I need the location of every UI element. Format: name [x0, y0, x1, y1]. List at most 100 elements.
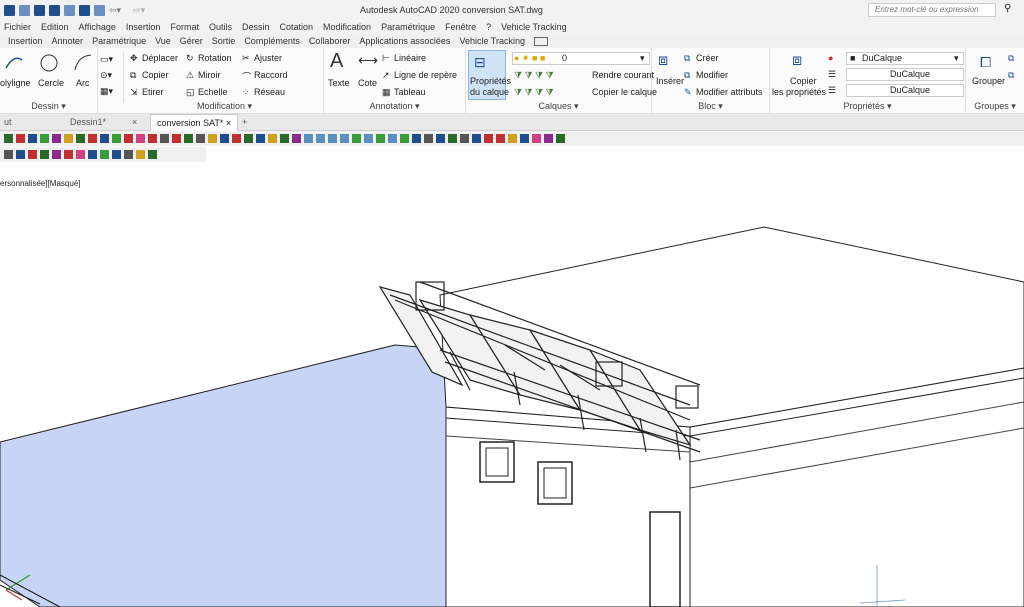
layer-tools-icon[interactable]: ⧩ ⧩ ⧩ ⧩	[514, 70, 554, 81]
tab-insertion[interactable]: Insertion	[8, 36, 43, 46]
binoculars-icon[interactable]: ⚲	[1004, 3, 1011, 14]
menu-fenetre[interactable]: Fenêtre	[445, 22, 476, 32]
panel-title-proprietes[interactable]: Propriétés ▾	[770, 101, 965, 112]
save-as-icon[interactable]	[49, 4, 60, 16]
tool-b10-icon[interactable]	[112, 150, 121, 159]
tool-11-icon[interactable]	[124, 134, 133, 143]
modifier-attributs-button[interactable]: Modifier attributs	[696, 87, 763, 97]
tool-6-icon[interactable]	[64, 134, 73, 143]
tab-parametrique[interactable]: Paramétrique	[92, 36, 146, 46]
tool-b7-icon[interactable]	[76, 150, 85, 159]
tool-44-icon[interactable]	[520, 134, 529, 143]
menu-cotation[interactable]: Cotation	[280, 22, 314, 32]
tab-complements[interactable]: Compléments	[244, 36, 300, 46]
ribbon-toggle-icon[interactable]	[533, 36, 548, 46]
tool-b3-icon[interactable]	[28, 150, 37, 159]
tab-applications-associees[interactable]: Applications associées	[359, 36, 450, 46]
tool-26-icon[interactable]	[304, 134, 313, 143]
fillet-icon[interactable]: ⌒	[242, 70, 251, 83]
open-file-icon[interactable]	[19, 4, 30, 16]
tool-32-icon[interactable]	[376, 134, 385, 143]
tool-3-icon[interactable]	[28, 134, 37, 143]
tool-28-icon[interactable]	[328, 134, 337, 143]
tool-22-icon[interactable]	[256, 134, 265, 143]
deplacer-button[interactable]: Déplacer	[142, 53, 178, 63]
circle-icon[interactable]	[38, 52, 60, 74]
tool-10-icon[interactable]	[112, 134, 121, 143]
tool-20-icon[interactable]	[232, 134, 241, 143]
tool-23-icon[interactable]	[268, 134, 277, 143]
ligne-repere-button[interactable]: Ligne de repère	[394, 70, 457, 80]
tool-b12-icon[interactable]	[136, 150, 145, 159]
drawing-viewport[interactable]	[0, 190, 1024, 607]
save-icon[interactable]	[34, 4, 45, 16]
menu-edition[interactable]: Edition	[41, 22, 69, 32]
rectangle-icon[interactable]: ▭▾	[100, 54, 113, 65]
tool-b5-icon[interactable]	[52, 150, 61, 159]
panel-title-modification[interactable]: Modification ▾	[126, 101, 323, 112]
tab-vue[interactable]: Vue	[155, 36, 171, 46]
tool-19-icon[interactable]	[220, 134, 229, 143]
lineaire-button[interactable]: Linéaire	[394, 53, 426, 63]
tool-b2-icon[interactable]	[16, 150, 25, 159]
panel-title-annotation[interactable]: Annotation ▾	[324, 101, 465, 112]
panel-title-bloc[interactable]: Bloc ▾	[652, 101, 769, 112]
les-proprietes-label[interactable]: les propriétés	[772, 87, 826, 97]
dimension-icon[interactable]: ⟷	[358, 52, 378, 69]
insert-block-icon[interactable]: ⧈	[658, 52, 668, 70]
tool-7-icon[interactable]	[76, 134, 85, 143]
tool-47-icon[interactable]	[556, 134, 565, 143]
tool-18-icon[interactable]	[208, 134, 217, 143]
arc-label[interactable]: Arc	[76, 78, 90, 88]
leader-icon[interactable]: ↗	[382, 70, 390, 81]
creer-button[interactable]: Créer	[696, 53, 719, 63]
undo-icon[interactable]: ⇦▾	[109, 5, 129, 16]
trim-icon[interactable]: ✂	[242, 53, 250, 64]
ajuster-button[interactable]: Ajuster	[254, 53, 282, 63]
array-icon[interactable]: ⁘	[242, 87, 250, 98]
tool-b8-icon[interactable]	[88, 150, 97, 159]
cote-button[interactable]: Cote	[358, 78, 377, 88]
tool-45-icon[interactable]	[532, 134, 541, 143]
menu-parametrique[interactable]: Paramétrique	[381, 22, 435, 32]
copy-icon[interactable]: ⧉	[130, 70, 136, 81]
rendre-courant-button[interactable]: Rendre courant	[592, 70, 654, 80]
tool-31-icon[interactable]	[364, 134, 373, 143]
group-icon[interactable]: ⧠	[980, 54, 991, 71]
stretch-icon[interactable]: ⇲	[130, 87, 138, 98]
tool-30-icon[interactable]	[352, 134, 361, 143]
tool-46-icon[interactable]	[544, 134, 553, 143]
tool-35-icon[interactable]	[412, 134, 421, 143]
web-save-icon[interactable]	[79, 4, 90, 16]
tool-17-icon[interactable]	[196, 134, 205, 143]
text-icon[interactable]: A	[330, 50, 343, 73]
tool-b1-icon[interactable]	[4, 150, 13, 159]
group-edit-icon[interactable]: ⧉	[1008, 70, 1014, 81]
doc-tab-start[interactable]: ut	[4, 117, 12, 127]
tool-33-icon[interactable]	[388, 134, 397, 143]
panel-title-dessin[interactable]: Dessin ▾	[0, 101, 97, 112]
tool-42-icon[interactable]	[496, 134, 505, 143]
close-active-tab-icon[interactable]: ×	[226, 118, 231, 128]
panel-title-calques[interactable]: Calques ▾	[466, 101, 651, 112]
copier-proprietes-label[interactable]: Copier	[790, 76, 817, 86]
cercle-label[interactable]: Cercle	[38, 78, 64, 88]
tool-8-icon[interactable]	[88, 134, 97, 143]
copier-button[interactable]: Copier	[142, 70, 169, 80]
rotate-icon[interactable]: ↻	[186, 53, 194, 64]
reseau-button[interactable]: Réseau	[254, 87, 285, 97]
move-icon[interactable]: ✥	[130, 53, 138, 64]
tool-2-icon[interactable]	[16, 134, 25, 143]
linear-icon[interactable]: ⊢	[382, 53, 390, 64]
polygon-icon[interactable]: ⊙▾	[100, 70, 112, 81]
polyligne-label[interactable]: olyligne	[0, 78, 31, 88]
tool-b6-icon[interactable]	[64, 150, 73, 159]
tool-34-icon[interactable]	[400, 134, 409, 143]
tab-sortie[interactable]: Sortie	[212, 36, 236, 46]
tool-39-icon[interactable]	[460, 134, 469, 143]
ungroup-icon[interactable]: ⧉	[1008, 53, 1014, 64]
add-tab-button[interactable]: +	[242, 117, 247, 127]
mirror-icon[interactable]: ⚠	[186, 70, 194, 81]
tool-16-icon[interactable]	[184, 134, 193, 143]
web-open-icon[interactable]	[64, 4, 75, 16]
